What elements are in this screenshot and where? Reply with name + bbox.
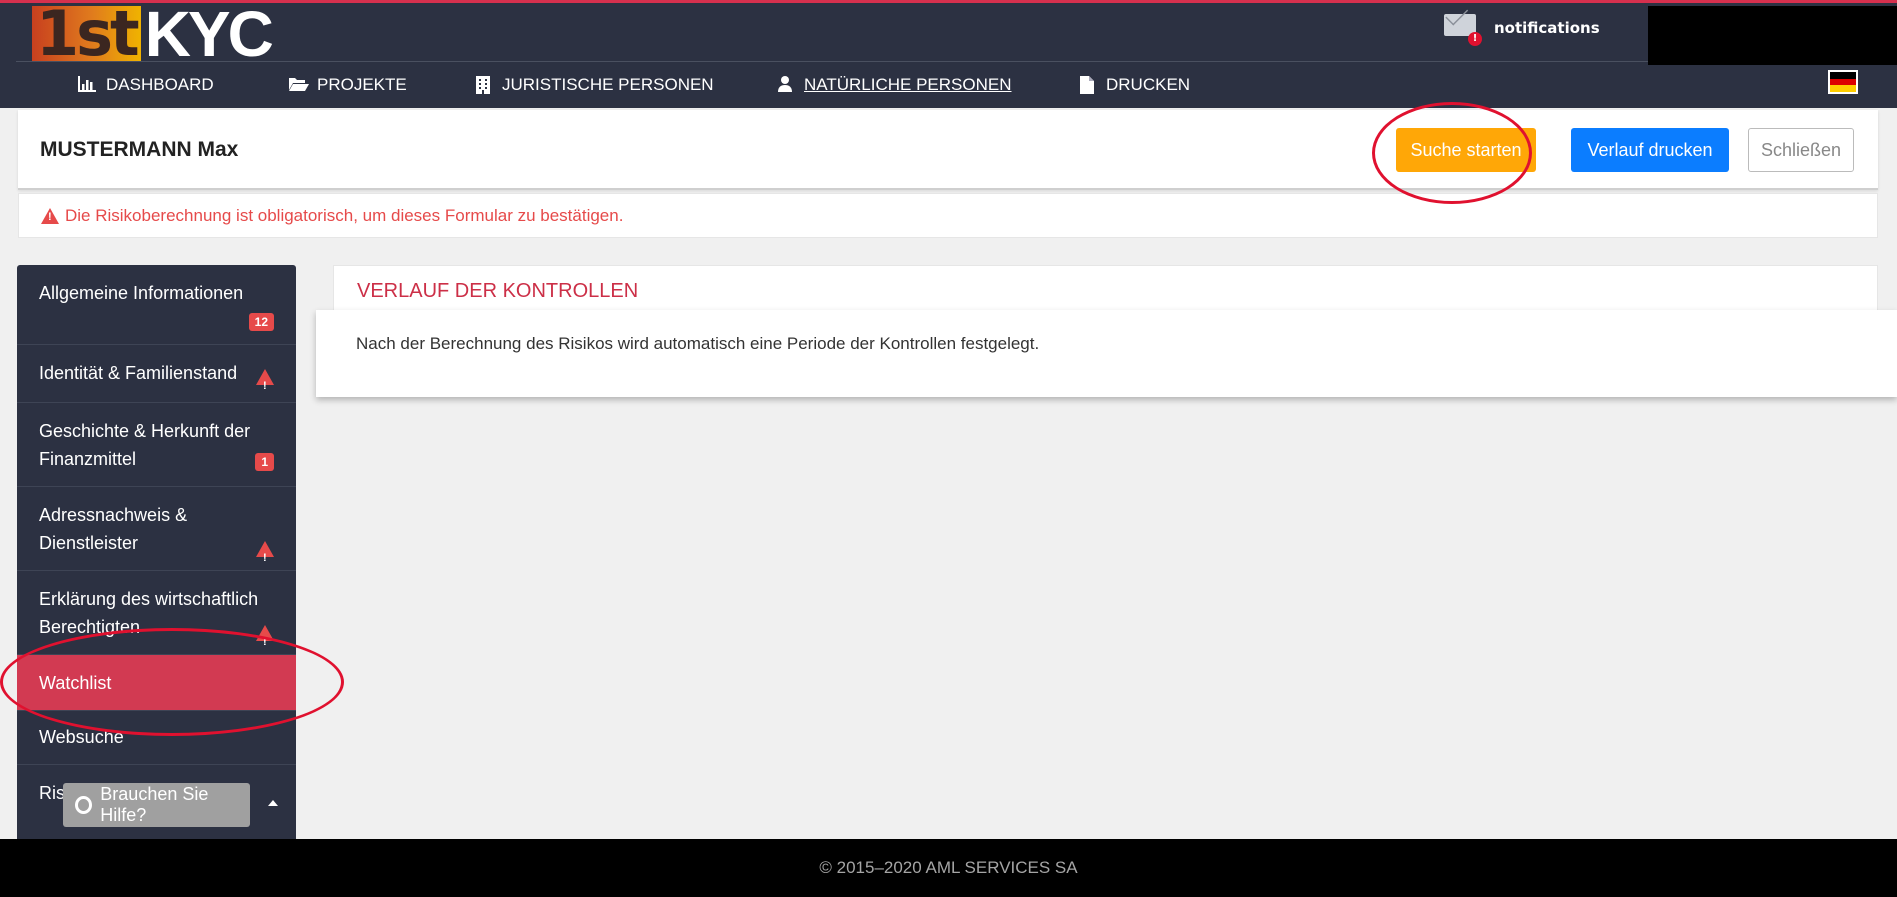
sidebar-item-geschichte[interactable]: Geschichte & Herkunft der Finanzmittel 1 xyxy=(17,403,296,487)
nav-projekte-label: PROJEKTE xyxy=(317,75,407,94)
header-divider xyxy=(16,61,1648,62)
warning-bar: Die Risikoberechnung ist obligatorisch, … xyxy=(18,193,1878,238)
count-badge: 12 xyxy=(248,313,274,331)
panel-header: VERLAUF DER KONTROLLEN xyxy=(333,265,1878,313)
person-name: MUSTERMANN Max xyxy=(40,138,239,161)
document-icon xyxy=(1078,76,1096,94)
app-logo[interactable]: 1st KYC xyxy=(32,0,274,70)
sidebar-item-label: Erklärung des wirtschaftlich Berechtigte… xyxy=(39,589,259,637)
redacted-area xyxy=(1648,6,1897,65)
sidebar-item-label: Websuche xyxy=(39,727,124,747)
start-search-button[interactable]: Suche starten xyxy=(1396,128,1536,172)
sidebar-item-websuche[interactable]: Websuche xyxy=(17,711,296,765)
nav-natuerliche-personen[interactable]: NATÜRLICHE PERSONEN xyxy=(776,75,1012,95)
sidebar-item-watchlist[interactable]: Watchlist xyxy=(17,655,296,711)
warning-icon xyxy=(256,625,274,656)
notification-badge: ! xyxy=(1468,32,1482,46)
building-icon xyxy=(474,76,492,94)
sidebar-item-label: Watchlist xyxy=(39,673,112,693)
user-icon xyxy=(776,76,794,94)
nav-projekte[interactable]: PROJEKTE xyxy=(289,75,407,95)
copyright-text: © 2015–2020 AML SERVICES SA xyxy=(819,858,1078,877)
sidebar-item-label: Adressnachweis & Dienstleister xyxy=(39,505,188,553)
help-button[interactable]: Brauchen Sie Hilfe? xyxy=(63,783,250,827)
notifications-button[interactable]: ! notifications xyxy=(1444,13,1600,46)
print-history-button[interactable]: Verlauf drucken xyxy=(1571,128,1729,172)
german-flag-icon[interactable] xyxy=(1828,70,1858,94)
envelope-icon: ! xyxy=(1444,14,1482,46)
sidebar-item-wirtschaftlich-berechtigten[interactable]: Erklärung des wirtschaftlich Berechtigte… xyxy=(17,571,296,656)
sidebar: Allgemeine Informationen 12 Identität & … xyxy=(17,265,296,840)
warning-message: Die Risikoberechnung ist obligatorisch, … xyxy=(41,206,623,226)
sidebar-item-adressnachweis[interactable]: Adressnachweis & Dienstleister xyxy=(17,487,296,572)
main-nav: DASHBOARD PROJEKTE JURISTISCHE PERSONEN … xyxy=(0,65,1897,109)
panel-body: Nach der Berechnung des Risikos wird aut… xyxy=(316,310,1897,397)
nav-dashboard[interactable]: DASHBOARD xyxy=(78,75,214,95)
warning-icon xyxy=(256,541,274,572)
panel-text: Nach der Berechnung des Risikos wird aut… xyxy=(356,334,1040,353)
notifications-label: notifications xyxy=(1494,19,1600,37)
nav-juristische-personen[interactable]: JURISTISCHE PERSONEN xyxy=(474,75,714,95)
nav-juristische-personen-label: JURISTISCHE PERSONEN xyxy=(502,75,714,94)
lifebuoy-icon xyxy=(75,796,93,814)
sidebar-item-label: Geschichte & Herkunft der Finanzmittel xyxy=(39,421,251,469)
nav-drucken-label: DRUCKEN xyxy=(1106,75,1191,94)
nav-natuerliche-personen-label: NATÜRLICHE PERSONEN xyxy=(804,75,1012,94)
help-button-label: Brauchen Sie Hilfe? xyxy=(100,784,209,825)
logo-kyc: KYC xyxy=(144,0,274,70)
sidebar-item-label: Identität & Familienstand xyxy=(39,363,238,383)
logo-first: 1st xyxy=(32,3,141,65)
top-header: 1st KYC ! notifications DASHBOARD PROJEK… xyxy=(0,0,1897,108)
sidebar-item-identitaet[interactable]: Identität & Familienstand xyxy=(17,345,296,403)
nav-dashboard-label: DASHBOARD xyxy=(106,75,214,94)
bar-chart-icon xyxy=(78,76,96,94)
sidebar-item-label: Allgemeine Informationen xyxy=(39,283,244,303)
sidebar-item-label: Ris xyxy=(39,783,65,803)
nav-drucken[interactable]: DRUCKEN xyxy=(1078,75,1190,95)
panel-title: VERLAUF DER KONTROLLEN xyxy=(357,280,639,302)
warning-icon xyxy=(41,208,59,224)
warning-text: Die Risikoberechnung ist obligatorisch, … xyxy=(65,206,624,225)
record-titlebar: MUSTERMANN Max Suche starten Verlauf dru… xyxy=(18,110,1878,190)
footer: © 2015–2020 AML SERVICES SA xyxy=(0,839,1897,897)
folder-open-icon xyxy=(289,76,309,94)
count-badge: 1 xyxy=(255,453,274,471)
sidebar-item-allgemeine-informationen[interactable]: Allgemeine Informationen 12 xyxy=(17,265,296,345)
caret-up-icon[interactable] xyxy=(268,800,278,806)
warning-icon xyxy=(256,369,274,400)
close-button[interactable]: Schließen xyxy=(1748,128,1854,172)
